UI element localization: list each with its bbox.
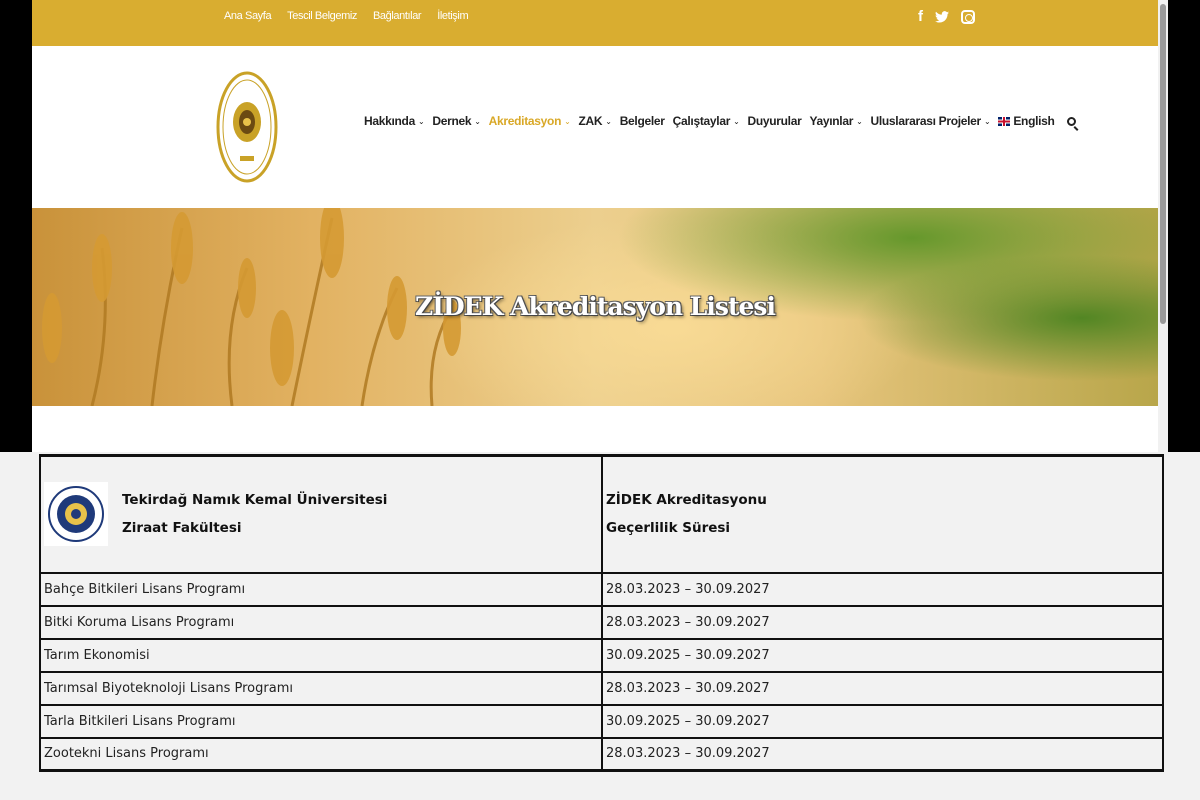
- top-link-home[interactable]: Ana Sayfa: [224, 10, 272, 22]
- chevron-down-icon: ⌄: [417, 116, 425, 126]
- chevron-down-icon: ⌄: [983, 116, 991, 126]
- nav-label: ZAK: [578, 114, 603, 128]
- university-logo: [44, 482, 108, 547]
- nav-label: Hakkında: [364, 114, 415, 128]
- accreditation-table-area: Tekirdağ Namık Kemal Üniversitesi Ziraat…: [0, 452, 1200, 800]
- table-row: Zootekni Lisans Programı 28.03.2023 – 30…: [39, 736, 1164, 772]
- table-row: Bitki Koruma Lisans Programı 28.03.2023 …: [39, 604, 1164, 640]
- uk-flag-icon: [998, 116, 1011, 126]
- top-bar: Ana Sayfa Tescil Belgemiz Bağlantılar İl…: [32, 0, 1158, 46]
- chevron-down-icon: ⌄: [564, 116, 571, 126]
- header-cell-institution: Tekirdağ Namık Kemal Üniversitesi Ziraat…: [39, 454, 603, 574]
- program-cell: Tarımsal Biyoteknoloji Lisans Programı: [39, 670, 603, 706]
- hero-banner: ZİDEK Akreditasyon Listesi: [32, 208, 1158, 406]
- scrollbar[interactable]: [1158, 0, 1168, 452]
- header-cell-validity: ZİDEK Akreditasyonu Geçerlilik Süresi: [601, 454, 1164, 574]
- top-link-contact[interactable]: İletişim: [437, 10, 468, 22]
- period-cell: 30.09.2025 – 30.09.2027: [601, 703, 1164, 739]
- chevron-down-icon: ⌄: [856, 116, 863, 126]
- table-row: Tarla Bitkileri Lisans Programı 30.09.20…: [39, 703, 1164, 739]
- period-cell: 28.03.2023 – 30.09.2027: [601, 736, 1164, 772]
- top-link-links[interactable]: Bağlantılar: [373, 10, 422, 22]
- faculty-name: Ziraat Fakültesi: [122, 520, 242, 537]
- accreditation-table: Tekirdağ Namık Kemal Üniversitesi Ziraat…: [39, 454, 1164, 772]
- facebook-icon[interactable]: f: [918, 8, 923, 26]
- program-cell: Bahçe Bitkileri Lisans Programı: [39, 571, 603, 607]
- program-cell: Tarım Ekonomisi: [39, 637, 603, 673]
- site-header: Hakkında ⌄ Dernek ⌄ Akreditasyon ⌄ ZAK ⌄…: [32, 46, 1158, 208]
- main-nav: Hakkında ⌄ Dernek ⌄ Akreditasyon ⌄ ZAK ⌄…: [364, 114, 1076, 128]
- twitter-icon[interactable]: [935, 11, 949, 23]
- university-name: Tekirdağ Namık Kemal Üniversitesi: [122, 492, 388, 509]
- page-title: ZİDEK Akreditasyon Listesi: [415, 292, 776, 321]
- top-link-registration[interactable]: Tescil Belgemiz: [287, 10, 357, 22]
- table-row: Tarımsal Biyoteknoloji Lisans Programı 2…: [39, 670, 1164, 706]
- nav-label: Duyurular: [747, 114, 802, 128]
- nav-label: Dernek: [432, 114, 472, 128]
- table-row: Tarım Ekonomisi 30.09.2025 – 30.09.2027: [39, 637, 1164, 673]
- program-cell: Tarla Bitkileri Lisans Programı: [39, 703, 603, 739]
- program-cell: Bitki Koruma Lisans Programı: [39, 604, 603, 640]
- period-cell: 30.09.2025 – 30.09.2027: [601, 637, 1164, 673]
- nav-item-publications[interactable]: Yayınlar ⌄: [809, 114, 862, 128]
- association-logo[interactable]: [216, 70, 278, 184]
- nav-item-about[interactable]: Hakkında ⌄: [364, 114, 425, 128]
- nav-label: Yayınlar: [809, 114, 854, 128]
- top-links: Ana Sayfa Tescil Belgemiz Bağlantılar İl…: [224, 10, 469, 22]
- nav-item-workshops[interactable]: Çalıştaylar ⌄: [673, 114, 740, 128]
- nav-item-documents[interactable]: Belgeler: [620, 114, 665, 128]
- nav-item-announcements[interactable]: Duyurular: [747, 114, 801, 128]
- nav-label: Uluslararası Projeler: [870, 114, 982, 128]
- nav-label: Belgeler: [619, 114, 665, 128]
- social-icons: f: [918, 8, 975, 26]
- scrollbar-thumb[interactable]: [1160, 4, 1166, 324]
- nav-item-association[interactable]: Dernek ⌄: [432, 114, 481, 128]
- nav-item-language[interactable]: English: [998, 114, 1055, 128]
- table-header-row: Tekirdağ Namık Kemal Üniversitesi Ziraat…: [39, 454, 1164, 574]
- chevron-down-icon: ⌄: [733, 116, 740, 126]
- validity-subtitle: Geçerlilik Süresi: [606, 520, 731, 537]
- nav-label: Akreditasyon: [488, 114, 562, 128]
- search-icon[interactable]: [1066, 116, 1076, 126]
- nav-label: Çalıştaylar: [672, 114, 731, 128]
- table-row: Bahçe Bitkileri Lisans Programı 28.03.20…: [39, 571, 1164, 607]
- period-cell: 28.03.2023 – 30.09.2027: [601, 571, 1164, 607]
- nav-item-international-projects[interactable]: Uluslararası Projeler ⌄: [871, 114, 991, 128]
- browser-window: Ana Sayfa Tescil Belgemiz Bağlantılar İl…: [32, 0, 1168, 452]
- content-spacer: [32, 406, 1158, 452]
- period-cell: 28.03.2023 – 30.09.2027: [601, 670, 1164, 706]
- language-label: English: [1013, 114, 1055, 128]
- chevron-down-icon: ⌄: [474, 116, 481, 126]
- nav-item-zak[interactable]: ZAK ⌄: [579, 114, 612, 128]
- period-cell: 28.03.2023 – 30.09.2027: [601, 604, 1164, 640]
- nav-item-accreditation[interactable]: Akreditasyon ⌄: [489, 114, 571, 128]
- program-cell: Zootekni Lisans Programı: [39, 736, 603, 772]
- chevron-down-icon: ⌄: [605, 116, 612, 126]
- instagram-icon[interactable]: [961, 10, 975, 24]
- validity-title: ZİDEK Akreditasyonu: [606, 492, 767, 509]
